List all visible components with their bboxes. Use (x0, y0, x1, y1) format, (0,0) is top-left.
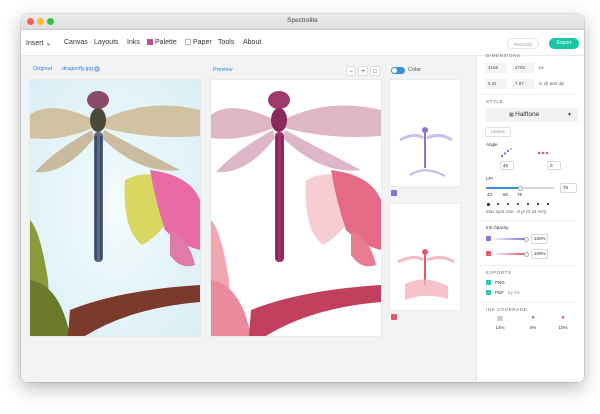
dot-size-marker (507, 203, 509, 205)
pdf-note: by ink (508, 290, 520, 295)
purple-opacity-slider[interactable] (496, 238, 526, 240)
settings-sidebar (476, 56, 584, 382)
pdf-label: PDF (495, 290, 504, 295)
close-file-icon[interactable]: × (94, 66, 100, 72)
height-in-field[interactable]: 7.97 (512, 79, 534, 89)
tab-original[interactable]: Original (33, 66, 52, 72)
red-opacity-input[interactable]: 100% (531, 249, 548, 259)
divider (480, 302, 576, 303)
palette-swatch-icon (147, 39, 153, 45)
px-unit-label: px (539, 65, 544, 70)
dragonfly-preview (211, 80, 381, 336)
max-spot-size-text: Max spot size: .8 pt (0.34 mm) (486, 209, 547, 214)
png-label: PNG (495, 280, 505, 285)
lpi-input[interactable]: 76 (560, 183, 577, 193)
lpi-tick-label: 60 (503, 192, 509, 197)
dot-size-marker (517, 203, 519, 205)
dot-size-marker (547, 203, 549, 205)
coverage-red: 10% (558, 325, 568, 330)
lpi-slider-handle[interactable] (517, 185, 523, 191)
purple-ink-drop-icon: ● (531, 315, 535, 321)
png-checkbox[interactable]: ✓ (486, 280, 491, 285)
paper-swatch-icon (185, 39, 191, 45)
angle-horizontal-icon (537, 151, 549, 155)
menu-insert[interactable]: Insert ⌄ (26, 39, 51, 47)
divider (480, 265, 576, 266)
menu-layouts[interactable]: Layouts (94, 39, 119, 46)
dragonfly-original (30, 80, 200, 336)
purple-ink-swatch (486, 236, 491, 241)
color-toggle[interactable] (391, 67, 405, 74)
divider (480, 94, 576, 95)
lpi-slider-fill (486, 187, 520, 189)
lpi-label: LPI (486, 176, 493, 181)
style-header: STYLE (486, 99, 504, 104)
menu-tools[interactable]: Tools (218, 39, 234, 46)
chevron-down-icon: ⌄ (45, 40, 52, 47)
ink-layer-purple[interactable] (390, 80, 460, 186)
original-image[interactable] (30, 80, 200, 336)
red-ink-chip[interactable] (391, 314, 397, 320)
menu-canvas[interactable]: Canvas (64, 39, 88, 46)
angle-purple-input[interactable]: 45 (500, 161, 514, 170)
menu-about[interactable]: About (243, 39, 261, 46)
zoom-in-icon[interactable]: + (358, 66, 368, 76)
red-opacity-slider[interactable] (496, 253, 526, 255)
angle-label: Angle (486, 142, 498, 147)
red-layer-thumbnail (390, 204, 460, 310)
height-px-field[interactable]: 4765 (512, 63, 534, 73)
pdf-checkbox[interactable]: ✓ (486, 290, 491, 295)
ink-opacity-label: Ink Opacity (486, 225, 509, 230)
dot-size-marker (497, 203, 499, 205)
menu-inks[interactable]: Inks (127, 39, 140, 46)
dot-size-marker (487, 203, 490, 206)
red-opacity-handle[interactable] (523, 251, 529, 257)
angle-red-input[interactable]: 0 (547, 161, 561, 170)
purple-ink-chip[interactable] (391, 190, 397, 196)
purple-opacity-input[interactable]: 100% (531, 234, 548, 244)
lpi-tick-label: 43 (487, 192, 493, 197)
chevron-down-icon: ▼ (567, 112, 572, 118)
dimensions-header: DIMENSIONS (486, 53, 521, 58)
red-ink-swatch (486, 251, 491, 256)
ink-layer-red[interactable] (390, 204, 460, 310)
zoom-out-icon[interactable]: − (346, 66, 356, 76)
width-px-field[interactable]: 3166 (485, 63, 507, 73)
fit-screen-icon[interactable]: □ (370, 66, 380, 76)
width-in-field[interactable]: 5.31 (485, 79, 507, 89)
coverage-purple: 4% (529, 325, 537, 330)
angle-diagonal-icon (500, 148, 512, 158)
divider (480, 220, 576, 221)
tab-preview[interactable]: Preview (213, 67, 233, 73)
dot-size-marker (527, 203, 529, 205)
menu-paper[interactable]: Paper (185, 39, 212, 46)
color-label: Color (408, 67, 422, 73)
coverage-total: 14% (495, 325, 505, 330)
in-unit-label: in @ 600 dpi (539, 81, 565, 86)
lpi-tick-label: 76 (517, 192, 523, 197)
purple-layer-thumbnail (390, 80, 460, 186)
document-icon: ▤ (497, 316, 503, 322)
menu-palette[interactable]: Palette (147, 39, 177, 46)
preview-image[interactable] (211, 80, 381, 336)
red-ink-drop-icon: ● (561, 315, 565, 321)
update-button[interactable]: Update (485, 127, 511, 137)
purple-opacity-handle[interactable] (523, 236, 529, 242)
file-name-label: dragonfly.jpg (62, 66, 94, 72)
ink-coverage-header: INK COVERAGE (486, 307, 528, 312)
riso-button[interactable]: RISO.tify (507, 38, 539, 49)
exports-header: EXPORTS (486, 270, 512, 275)
export-button[interactable]: Export (549, 38, 579, 49)
style-mode-select[interactable]: ▦ Halftone ▼ (485, 108, 578, 122)
dot-size-marker (537, 203, 539, 205)
